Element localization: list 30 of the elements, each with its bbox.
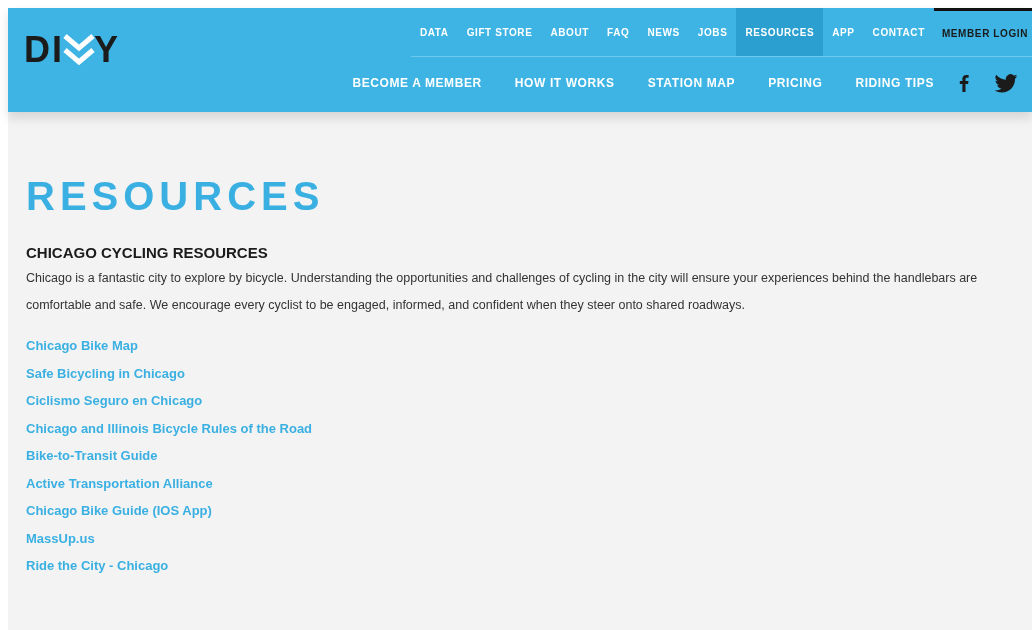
nav-link[interactable]: NEWS (638, 8, 689, 56)
resource-link[interactable]: Chicago Bike Map (26, 337, 138, 356)
nav-link[interactable]: APP (823, 8, 864, 56)
resource-link[interactable]: Safe Bicycling in Chicago (26, 364, 185, 383)
bird-icon[interactable] (994, 73, 1018, 93)
resource-link[interactable]: Bike-to-Transit Guide (26, 447, 158, 466)
logo[interactable]: DI Y (8, 0, 120, 102)
nav-link[interactable]: CONTACT (863, 8, 934, 56)
nav-link[interactable]: RIDING TIPS (855, 76, 934, 90)
resource-link[interactable]: Ride the City - Chicago (26, 557, 169, 576)
resource-link[interactable]: Active Transportation Alliance (26, 474, 213, 493)
resource-link[interactable]: Chicago and Illinois Bicycle Rules of the Road (26, 419, 313, 438)
nav-link[interactable]: GIFT STORE (457, 8, 542, 56)
nav-link[interactable]: ABOUT (541, 8, 599, 56)
resource-link[interactable]: MassUp.us (26, 529, 95, 548)
nav-link[interactable]: FAQ (598, 8, 639, 56)
nav-link[interactable]: STATION MAP (647, 76, 736, 90)
nav-link[interactable]: RESOURCES (736, 8, 824, 56)
member-login-link[interactable]: MEMBER LOGIN (933, 8, 1032, 56)
nav-link[interactable]: BECOME A MEMBER (352, 76, 482, 90)
nav-link[interactable]: DATA (410, 8, 458, 56)
resource-link[interactable]: Chicago Bike Guide (IOS App) (26, 502, 212, 521)
section-heading: CHICAGO CYCLING RESOURCES (26, 244, 269, 261)
nav-link[interactable]: PRICING (768, 76, 823, 90)
page-title: RESOURCES (26, 173, 326, 220)
intro-paragraph: Chicago is a fantastic city to explore by bicycle. Understanding the opportunities and challenges of cycling in the city will ensure your experiences behind the handlebars are comfortable and safe. We encourage every cyclist to be engaged, informed, and confident when they steer onto shared roadways. (26, 270, 979, 314)
facebook-icon[interactable] (959, 74, 969, 92)
nav-link[interactable]: JOBS (688, 8, 737, 56)
resource-link[interactable]: Ciclismo Seguro en Chicago (26, 392, 203, 411)
nav-link[interactable]: HOW IT WORKS (514, 76, 615, 90)
